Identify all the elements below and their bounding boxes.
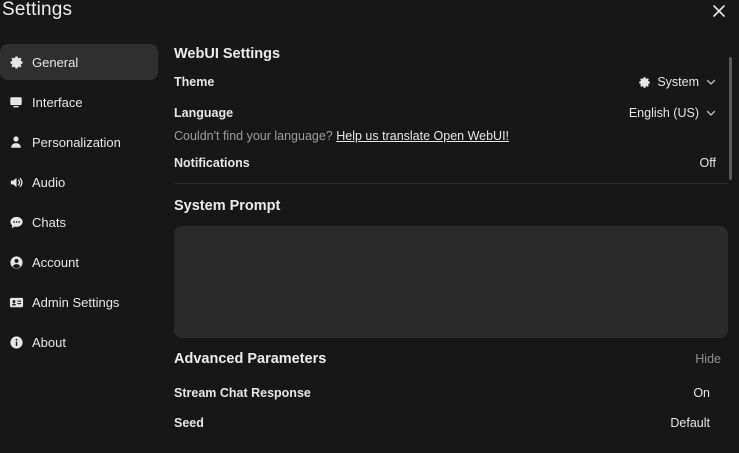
- notifications-toggle[interactable]: Off: [700, 156, 716, 170]
- system-prompt-textarea[interactable]: [174, 226, 728, 338]
- language-hint-text: Couldn't find your language?: [174, 129, 333, 143]
- advanced-parameters-title: Advanced Parameters: [174, 351, 327, 367]
- sidebar-item-chats[interactable]: Chats: [0, 204, 158, 240]
- sidebar-item-general[interactable]: General: [0, 44, 158, 80]
- divider: [174, 183, 728, 184]
- stream-toggle[interactable]: On: [693, 386, 710, 400]
- settings-sidebar: General Interface Personalization Audio …: [0, 44, 158, 364]
- seed-label: Seed: [174, 416, 204, 430]
- info-icon: [8, 334, 24, 350]
- translate-link[interactable]: Help us translate Open WebUI!: [336, 129, 509, 143]
- sidebar-item-audio[interactable]: Audio: [0, 164, 158, 200]
- sidebar-item-label: Personalization: [32, 134, 121, 150]
- theme-select[interactable]: System: [638, 75, 717, 89]
- sidebar-item-label: About: [32, 334, 66, 350]
- theme-row: Theme System: [174, 75, 728, 89]
- sidebar-item-personalization[interactable]: Personalization: [0, 124, 158, 160]
- user-icon: [8, 134, 24, 150]
- advanced-hide-button[interactable]: Hide: [695, 352, 721, 366]
- speaker-icon: [8, 174, 24, 190]
- gear-icon: [639, 76, 651, 88]
- language-value: English (US): [628, 106, 699, 120]
- language-row: Language English (US): [174, 106, 728, 120]
- webui-settings-title: WebUI Settings: [174, 46, 281, 62]
- sidebar-item-label: Admin Settings: [32, 294, 120, 310]
- close-icon: [713, 5, 725, 17]
- sidebar-item-label: Interface: [32, 94, 83, 110]
- sidebar-item-account[interactable]: Account: [0, 244, 158, 280]
- sidebar-item-label: Chats: [32, 214, 66, 230]
- id-card-icon: [8, 294, 24, 310]
- sidebar-item-label: Audio: [32, 174, 66, 190]
- chat-bubble-icon: [8, 214, 24, 230]
- sidebar-item-label: Account: [32, 254, 79, 270]
- chevron-down-icon: [706, 110, 716, 116]
- advanced-header-row: Advanced Parameters Hide: [174, 351, 728, 367]
- language-label: Language: [174, 106, 234, 120]
- close-button[interactable]: [710, 2, 728, 20]
- settings-content: WebUI Settings Theme System Language Eng…: [174, 44, 728, 430]
- monitor-icon: [8, 94, 24, 110]
- theme-value: System: [657, 75, 699, 89]
- sidebar-item-label: General: [32, 54, 79, 70]
- chevron-down-icon: [706, 79, 716, 85]
- notifications-row: Notifications Off: [174, 156, 728, 170]
- theme-label: Theme: [174, 75, 215, 89]
- language-select[interactable]: English (US): [629, 106, 717, 120]
- account-circle-icon: [8, 254, 24, 270]
- notifications-label: Notifications: [174, 156, 250, 170]
- sidebar-item-interface[interactable]: Interface: [0, 84, 158, 120]
- stream-label: Stream Chat Response: [174, 386, 311, 400]
- sidebar-item-about[interactable]: About: [0, 324, 158, 360]
- system-prompt-title: System Prompt: [174, 198, 281, 214]
- language-hint: Couldn't find your language? Help us tra…: [174, 129, 728, 143]
- gear-icon: [8, 54, 24, 70]
- stream-row: Stream Chat Response On: [174, 386, 728, 400]
- scrollbar[interactable]: [729, 57, 732, 180]
- seed-row: Seed Default: [174, 416, 728, 430]
- sidebar-item-admin-settings[interactable]: Admin Settings: [0, 284, 158, 320]
- seed-toggle[interactable]: Default: [670, 416, 710, 430]
- page-title: Settings: [2, 0, 73, 20]
